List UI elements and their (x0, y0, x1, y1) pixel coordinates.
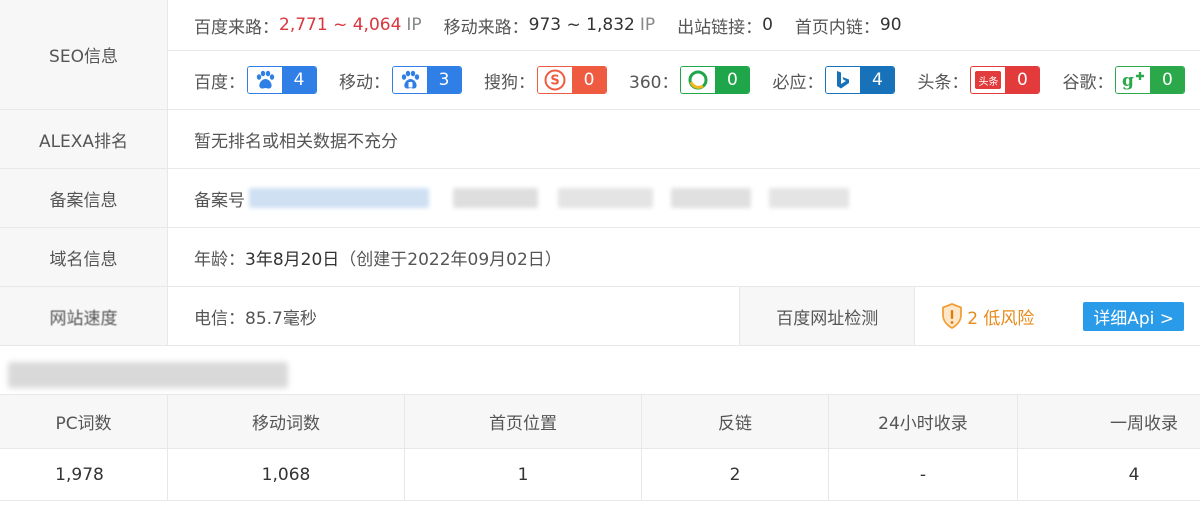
alexa-row: ALEXA排名 暂无排名或相关数据不充分 (0, 110, 1200, 169)
shield-warning-icon (942, 303, 963, 329)
baidu-traffic-label: 百度来路： (194, 17, 279, 38)
baidu-mobile-paw-icon (393, 67, 427, 93)
toutiao-icon: 头条 (971, 67, 1006, 93)
domain-created: （创建于2022年09月02日） (339, 249, 562, 270)
engine-toutiao[interactable]: 头条： 头条 0 (917, 66, 1041, 94)
redacted-block (558, 188, 653, 208)
stats-header-cell: 一周收录 (1110, 414, 1178, 434)
stats-value-cell: 1,068 (168, 449, 405, 500)
bing-icon (826, 67, 861, 93)
engine-count: 0 (715, 67, 750, 93)
redacted-block (671, 188, 751, 208)
stats-value-cell: 2 (642, 449, 829, 500)
engine-name: 移动： (339, 72, 390, 93)
engine-badge[interactable]: 4 (247, 66, 317, 94)
sogou-icon: S (538, 67, 572, 93)
engine-360[interactable]: 360： 0 (629, 66, 751, 94)
seo-engines-line: 百度： 4 移动： 3 搜狗： S 0 360： 0 必应： 4 头条： 头条 … (168, 51, 1200, 110)
engine-badge[interactable]: g 0 (1115, 66, 1186, 94)
engine-count: 3 (427, 67, 461, 93)
engine-name: 谷歌： (1062, 72, 1114, 93)
baidu-ip-unit: IP (406, 15, 422, 35)
engine-name: 必应： (772, 72, 824, 93)
engine-name: 百度： (194, 72, 245, 93)
speed-row: 网站速度 电信：85.7毫秒 百度网址检测 2 低风险 详细Api > (0, 287, 1200, 346)
redacted-title (0, 358, 1200, 394)
risk-text: 2 低风险 (967, 308, 1035, 329)
engine-badge[interactable]: 4 (825, 66, 896, 94)
stats-header-cell: 首页位置 (405, 395, 642, 448)
engine-name: 搜狗： (484, 72, 535, 93)
mobile-traffic-value: 973 ~ 1,832 (528, 15, 635, 35)
icp-content: 备案号 (168, 169, 1200, 227)
engine-badge[interactable]: 0 (680, 66, 751, 94)
icp-label: 备案信息 (0, 169, 168, 227)
seo-info-label: SEO信息 (0, 0, 168, 110)
engine-google[interactable]: 谷歌： g 0 (1062, 66, 1186, 94)
engine-name: 360： (629, 72, 679, 93)
stats-value-cell: 4 (1128, 464, 1140, 485)
icp-prefix: 备案号 (194, 190, 245, 211)
alexa-value: 暂无排名或相关数据不充分 (194, 131, 398, 152)
domain-label: 域名信息 (0, 228, 168, 286)
alexa-label: ALEXA排名 (0, 110, 168, 168)
svg-text:g: g (1122, 71, 1134, 90)
google-plus-icon: g (1116, 67, 1151, 93)
stats-header-cell: PC词数 (0, 395, 168, 448)
seo-traffic-line: 百度来路： 2,771 ~ 4,064 IP 移动来路： 973 ~ 1,832… (168, 0, 1200, 51)
redacted-block (453, 188, 538, 208)
engine-count: 0 (572, 67, 606, 93)
stats-header-cell: 反链 (642, 395, 829, 448)
speed-right: 百度网址检测 2 低风险 详细Api > (739, 287, 1200, 345)
engine-count: 4 (860, 67, 895, 93)
engine-badge[interactable]: 3 (392, 66, 462, 94)
engine-count: 4 (282, 67, 316, 93)
domain-row: 域名信息 年龄： 3年8月20日 （创建于2022年09月02日） (0, 228, 1200, 287)
speed-value: 电信：85.7毫秒 (194, 308, 317, 329)
stats-value-cell: 1 (405, 449, 642, 500)
engine-sogou[interactable]: 搜狗： S 0 (484, 66, 607, 94)
engine-baidu[interactable]: 百度： 4 (194, 66, 317, 94)
so360-icon (681, 67, 716, 93)
outbound-links-value: 0 (762, 15, 773, 35)
icp-row: 备案信息 备案号 (0, 169, 1200, 228)
redacted-block (249, 188, 429, 208)
stats-header-row: PC词数 移动词数 首页位置 反链 24小时收录 一周收录 (0, 394, 1200, 449)
stats-header-cell: 移动词数 (168, 395, 405, 448)
baidu-paw-icon (248, 67, 282, 93)
engine-count: 0 (1150, 67, 1185, 93)
home-links-value: 90 (879, 15, 902, 35)
svg-text:S: S (550, 74, 559, 89)
stats-values-row: 1,978 1,068 1 2 - 4 (0, 449, 1200, 501)
engine-name: 头条： (917, 72, 969, 93)
speed-label: 网站速度 (0, 287, 168, 345)
engine-badge[interactable]: 头条 0 (970, 66, 1041, 94)
mobile-ip-unit: IP (639, 15, 656, 35)
baidu-traffic-value: 2,771 ~ 4,064 (279, 15, 402, 35)
engine-mobile[interactable]: 移动： 3 (339, 66, 462, 94)
domain-content: 年龄： 3年8月20日 （创建于2022年09月02日） (168, 228, 1200, 286)
redacted-block (8, 362, 288, 388)
domain-age-value: 3年8月20日 (245, 249, 340, 270)
home-links-label: 首页内链： (794, 17, 880, 38)
detail-api-button[interactable]: 详细Api > (1083, 301, 1184, 331)
outbound-links-label: 出站链接： (677, 17, 763, 38)
stats-value-cell: - (829, 449, 1018, 500)
domain-age-label: 年龄： (194, 249, 245, 270)
baidu-check-label: 百度网址检测 (739, 287, 916, 345)
engine-badge[interactable]: S 0 (537, 66, 607, 94)
stats-value-cell: 1,978 (0, 449, 168, 500)
redacted-block (769, 188, 849, 208)
stats-header-cell: 24小时收录 (829, 395, 1018, 448)
mobile-traffic-label: 移动来路： (443, 17, 529, 38)
engine-count: 0 (1005, 67, 1040, 93)
risk-indicator[interactable]: 2 低风险 (915, 287, 1083, 345)
engine-bing[interactable]: 必应： 4 (772, 66, 896, 94)
